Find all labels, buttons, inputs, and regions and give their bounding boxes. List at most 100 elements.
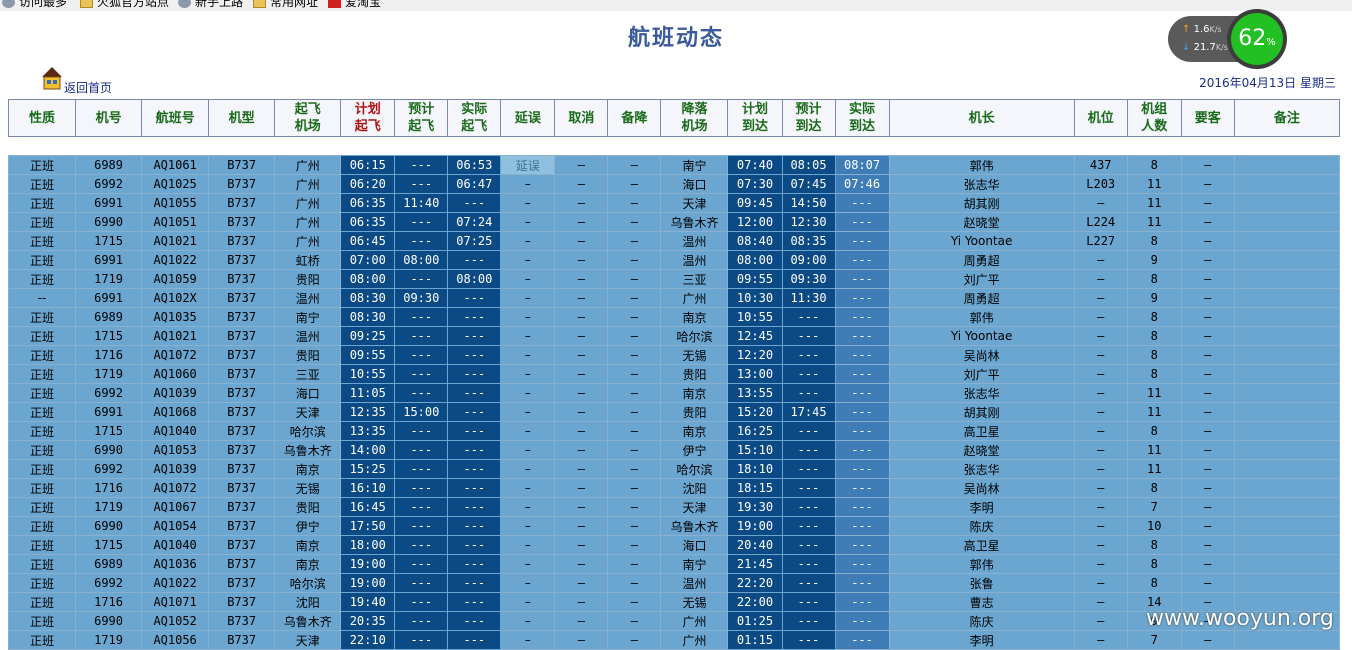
- table-cell: 06:15: [340, 155, 396, 175]
- table-cell: 11: [1126, 459, 1182, 479]
- table-cell: –: [554, 630, 609, 650]
- memory-usage-badge[interactable]: 62%: [1227, 9, 1287, 69]
- table-cell: [1233, 440, 1341, 460]
- table-cell: ---: [394, 630, 449, 650]
- bookmark-most-visited[interactable]: 访问最多: [2, 0, 67, 10]
- table-cell: 周勇超: [888, 288, 1075, 308]
- table-cell: 8: [1126, 155, 1182, 175]
- table-cell: ---: [834, 231, 890, 251]
- table-cell: ---: [447, 421, 502, 441]
- table-cell: 06:47: [447, 174, 502, 194]
- column-header: 延误: [500, 99, 556, 137]
- table-cell: ---: [394, 611, 449, 631]
- table-cell: 南京: [274, 459, 342, 479]
- bookmark-taobao[interactable]: 爱淘宝: [328, 0, 381, 10]
- table-cell: –: [607, 269, 662, 289]
- table-cell: –: [1180, 459, 1235, 479]
- table-cell: 11: [1126, 440, 1182, 460]
- table-cell: –: [554, 326, 609, 346]
- table-cell: 22:00: [727, 592, 783, 612]
- table-cell: ---: [834, 497, 890, 517]
- table-cell: 8: [1126, 535, 1182, 555]
- table-cell: 21:45: [727, 554, 783, 574]
- table-cell: B737: [208, 478, 276, 498]
- table-cell: AQ1060: [141, 364, 210, 384]
- table-cell: ---: [834, 288, 890, 308]
- table-cell: 6990: [75, 611, 143, 631]
- table-cell: 刘广平: [888, 269, 1075, 289]
- table-cell: 正班: [7, 592, 77, 612]
- table-cell: 正班: [7, 497, 77, 517]
- table-cell: 周勇超: [888, 250, 1075, 270]
- table-cell: 曹志: [888, 592, 1075, 612]
- table-row: 正班 6990 AQ1054 B737 伊宁 17:50 --- --- – – – 乌鲁木齐 19:0…: [7, 516, 1341, 536]
- table-cell: –: [1180, 573, 1235, 593]
- table-cell: ---: [834, 402, 890, 422]
- bookmark-firefox-sites[interactable]: 火狐官方站点: [80, 0, 169, 10]
- table-cell: 正班: [7, 269, 77, 289]
- table-row: 正班 1715 AQ1040 B737 哈尔滨 13:35 --- --- – – – 南京 16:25…: [7, 421, 1341, 441]
- table-cell: 温州: [660, 573, 729, 593]
- bookmark-getting-started[interactable]: 新手上路: [178, 0, 243, 10]
- table-cell: AQ1056: [141, 630, 210, 650]
- table-cell: [1233, 535, 1341, 555]
- table-cell: 19:00: [340, 554, 396, 574]
- table-cell: ---: [834, 573, 890, 593]
- table-cell: –: [1180, 307, 1235, 327]
- table-cell: 18:00: [340, 535, 396, 555]
- table-cell: –: [1073, 440, 1128, 460]
- table-cell: 1719: [75, 364, 143, 384]
- table-cell: ---: [834, 383, 890, 403]
- table-cell: –: [500, 307, 556, 327]
- table-cell: 06:53: [447, 155, 502, 175]
- table-cell: B737: [208, 459, 276, 479]
- table-row: 正班 1719 AQ1060 B737 三亚 10:55 --- --- – – – 贵阳 13:00-…: [7, 364, 1341, 384]
- table-cell: 09:45: [727, 193, 783, 213]
- table-cell: ---: [447, 554, 502, 574]
- table-cell: ---: [447, 573, 502, 593]
- table-cell: AQ1035: [141, 307, 210, 327]
- table-cell: 9: [1126, 288, 1182, 308]
- column-header: 机型: [208, 99, 276, 137]
- table-cell: 广州: [274, 212, 342, 232]
- table-cell: –: [500, 212, 556, 232]
- table-cell: –: [500, 193, 556, 213]
- table-cell: 吴尚林: [888, 478, 1075, 498]
- table-cell: 07:30: [727, 174, 783, 194]
- table-cell: [1233, 174, 1341, 194]
- table-cell: 08:00: [394, 250, 449, 270]
- table-cell: –: [1180, 516, 1235, 536]
- table-cell: –: [554, 250, 609, 270]
- table-cell: B737: [208, 611, 276, 631]
- table-cell: 16:45: [340, 497, 396, 517]
- table-cell: –: [607, 250, 662, 270]
- table-cell: 09:30: [781, 269, 836, 289]
- table-cell: ---: [834, 478, 890, 498]
- table-cell: –: [500, 364, 556, 384]
- table-cell: 15:10: [727, 440, 783, 460]
- table-cell: –: [1073, 630, 1128, 650]
- table-cell: 1716: [75, 345, 143, 365]
- bookmark-common-sites[interactable]: 常用网址: [253, 0, 318, 10]
- table-cell: B737: [208, 155, 276, 175]
- table-cell: –: [500, 535, 556, 555]
- table-cell: ---: [447, 630, 502, 650]
- table-cell: [1233, 326, 1341, 346]
- table-cell: 08:00: [727, 250, 783, 270]
- table-cell: 吴尚林: [888, 345, 1075, 365]
- table-cell: 无锡: [274, 478, 342, 498]
- table-cell: –: [607, 231, 662, 251]
- table-cell: B737: [208, 345, 276, 365]
- table-cell: 6992: [75, 459, 143, 479]
- table-cell: 海口: [660, 535, 729, 555]
- table-cell: 07:25: [447, 231, 502, 251]
- table-cell: ---: [447, 611, 502, 631]
- table-cell: 6991: [75, 250, 143, 270]
- table-cell: –: [607, 383, 662, 403]
- table-cell: 08:30: [340, 307, 396, 327]
- table-cell: 19:00: [727, 516, 783, 536]
- table-cell: 6990: [75, 440, 143, 460]
- table-row: 正班 6989 AQ1035 B737 南宁 08:30 --- --- – – – 南京 10:55-…: [7, 307, 1341, 327]
- table-cell: 正班: [7, 573, 77, 593]
- home-link-label[interactable]: 返回首页: [64, 79, 112, 96]
